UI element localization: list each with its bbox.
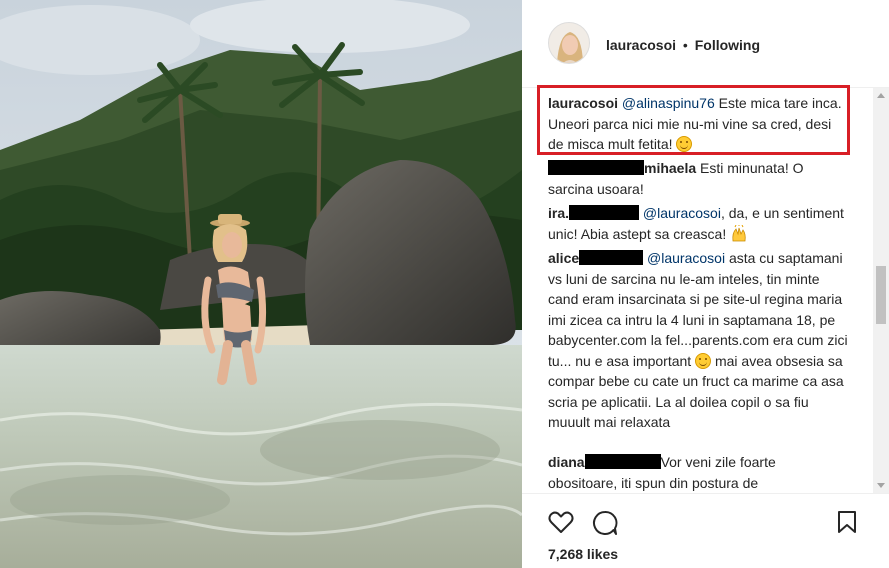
beach-photo-image xyxy=(0,0,522,568)
redaction-bar xyxy=(548,160,644,175)
comment-item: diana Vor veni zile foarte obositoare, it… xyxy=(548,452,848,493)
comment-mention[interactable]: @lauracosoi xyxy=(647,250,725,266)
post-side-panel: lauracosoi • Following lauracosoi @alina… xyxy=(522,0,889,568)
likes-count[interactable]: 7,268 likes xyxy=(548,546,618,562)
bookmark-icon[interactable] xyxy=(837,510,857,539)
comment-mention[interactable]: @lauracosoi xyxy=(643,205,721,221)
post-author-username[interactable]: lauracosoi xyxy=(606,37,676,53)
comment-username[interactable]: ira. xyxy=(548,205,569,221)
scroll-up-arrow-icon[interactable] xyxy=(877,93,885,98)
post-photo[interactable] xyxy=(0,0,522,568)
heart-icon[interactable] xyxy=(548,510,574,539)
comment-item: alice @lauracosoi asta cu saptamani vs l… xyxy=(548,248,848,433)
redaction-bar xyxy=(584,454,661,469)
avatar-image xyxy=(549,23,589,63)
comment-username[interactable]: mihaela xyxy=(644,160,696,176)
smile-emoji-icon xyxy=(695,352,712,369)
following-button[interactable]: Following xyxy=(695,37,760,53)
redaction-bar xyxy=(569,205,640,220)
header-separator: • xyxy=(682,37,688,53)
comment-username[interactable]: diana xyxy=(548,454,585,470)
post-header-text: lauracosoi • Following xyxy=(606,36,760,54)
comment-text: asta cu saptamani vs luni de sarcina nu … xyxy=(548,250,848,369)
avatar[interactable] xyxy=(548,22,590,64)
post-actions: 7,268 likes xyxy=(522,493,889,568)
highlight-box xyxy=(537,85,850,155)
scroll-down-arrow-icon[interactable] xyxy=(877,483,885,488)
comment-icon[interactable] xyxy=(592,510,618,541)
comment-username[interactable]: alice xyxy=(548,250,579,266)
scroll-thumb[interactable] xyxy=(876,266,886,324)
comments-scrollbar[interactable] xyxy=(873,88,889,493)
comment-item: mihaela Esti minunata! O sarcina usoara! xyxy=(548,158,848,199)
post-header: lauracosoi • Following xyxy=(522,0,889,88)
redaction-bar xyxy=(579,250,644,265)
comment-item: ira. @lauracosoi, da, e un sentiment uni… xyxy=(548,203,848,244)
raised-hands-emoji-icon xyxy=(730,223,748,243)
